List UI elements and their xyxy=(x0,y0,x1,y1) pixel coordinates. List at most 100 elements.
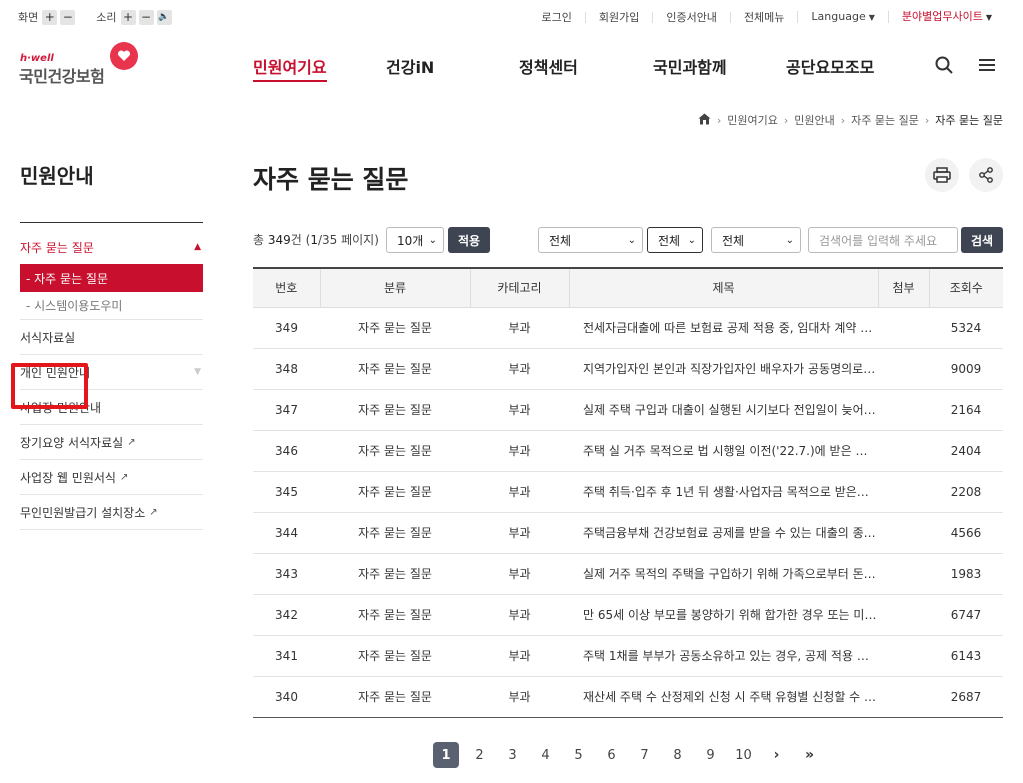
external-link-icon: ↗ xyxy=(149,506,158,518)
cell-title[interactable]: 만 65세 이상 부모를 봉양하기 위해 합가한 경우 또는 미… xyxy=(569,594,878,636)
cell-type: 자주 묻는 질문 xyxy=(320,471,470,513)
sidebar-item-label: 장기요양 서식자료실 xyxy=(20,435,124,450)
filter-value: 전체 xyxy=(658,233,681,248)
sidebar-item-label: 서식자료실 xyxy=(20,330,76,345)
filter-select-3[interactable]: 전체 ⌄ xyxy=(711,227,801,253)
table-row[interactable]: 341 자주 묻는 질문 부과 주택 1채를 부부가 공동소유하고 있는 경우, 공제… xyxy=(253,635,1003,677)
page-link[interactable]: 8 xyxy=(661,742,694,768)
sidebar-title: 민원안내 xyxy=(20,164,94,188)
utility-links: 로그인 회원가입 인증서안내 전체메뉴 Language ▼ 분야별업무사이트 ▼ xyxy=(528,8,1005,26)
nav-corporation-info[interactable]: 공단요모조모 xyxy=(786,54,874,78)
cell-title[interactable]: 실제 주택 구입과 대출이 실행된 시기보다 전입일이 늦어… xyxy=(569,389,878,431)
chevron-down-icon: ⌄ xyxy=(785,234,794,246)
cell-title[interactable]: 지역가입자인 본인과 직장가입자인 배우자가 공동명의로… xyxy=(569,348,878,390)
cell-views: 4566 xyxy=(929,512,1003,554)
cell-type: 자주 묻는 질문 xyxy=(320,389,470,431)
login-link[interactable]: 로그인 xyxy=(528,12,584,23)
page-link[interactable]: 5 xyxy=(562,742,595,768)
chevron-right-icon: › xyxy=(783,113,789,127)
cell-attachment xyxy=(878,635,929,677)
sidebar-subitem-system-help[interactable]: - 시스템이용도우미 xyxy=(20,292,203,320)
page-link[interactable]: 3 xyxy=(496,742,529,768)
sidebar-item-forms[interactable]: 서식자료실 xyxy=(20,320,203,355)
cell-title[interactable]: 전세자금대출에 따른 보험료 공제 적용 중, 임대차 계약 … xyxy=(569,307,878,349)
certificate-guide-link[interactable]: 인증서안내 xyxy=(652,11,730,23)
filter-select-2[interactable]: 전체 ⌄ xyxy=(647,227,703,253)
field-sites-dropdown[interactable]: 분야별업무사이트 ▼ xyxy=(887,10,1005,23)
table-row[interactable]: 344 자주 묻는 질문 부과 주택금융부채 건강보험료 공제를 받을 수 있는 대출… xyxy=(253,512,1003,554)
last-page-icon[interactable]: » xyxy=(793,747,826,763)
nav-health-in[interactable]: 건강iN xyxy=(386,54,434,78)
search-button[interactable]: 검색 xyxy=(961,227,1003,253)
breadcrumb-item[interactable]: 민원여기요 xyxy=(727,112,778,128)
logo[interactable]: 국민건강보험 xyxy=(19,63,105,87)
all-menu-link[interactable]: 전체메뉴 xyxy=(729,11,797,23)
signup-link[interactable]: 회원가입 xyxy=(584,11,652,23)
pagination: 1 2 3 4 5 6 7 8 9 10 ›» xyxy=(433,742,826,768)
apply-button[interactable]: 적용 xyxy=(448,227,490,253)
cell-title[interactable]: 주택 실 거주 목적으로 법 시행일 이전('22.7.)에 받은 부… xyxy=(569,430,878,472)
page-link[interactable]: 10 xyxy=(727,742,760,768)
home-icon[interactable] xyxy=(698,113,711,128)
share-icon[interactable] xyxy=(969,158,1003,192)
nav-civil-service[interactable]: 민원여기요 xyxy=(253,54,327,82)
page-link[interactable]: 9 xyxy=(694,742,727,768)
cell-views: 1983 xyxy=(929,553,1003,595)
cell-title[interactable]: 주택 취득·입주 후 1년 뒤 생활·사업자금 목적으로 받은… xyxy=(569,471,878,513)
sidebar-item-label: 자주 묻는 질문 xyxy=(20,240,94,255)
sidebar-item-workplace-web-forms[interactable]: 사업장 웹 민원서식 ↗ xyxy=(20,460,203,495)
cell-type: 자주 묻는 질문 xyxy=(320,676,470,718)
volume-down-button[interactable]: − xyxy=(138,9,154,25)
per-page-select[interactable]: 10개 ⌄ xyxy=(386,227,444,253)
cell-category: 부과 xyxy=(470,471,569,513)
sidebar-item-kiosk-locations[interactable]: 무인민원발급기 설치장소 ↗ xyxy=(20,495,203,530)
cell-title[interactable]: 주택금융부채 건강보험료 공제를 받을 수 있는 대출의 종… xyxy=(569,512,878,554)
cell-title[interactable]: 재산세 주택 수 산정제외 신청 시 주택 유형별 신청할 수 … xyxy=(569,676,878,718)
chevron-down-icon: ⌄ xyxy=(428,234,437,246)
cell-attachment xyxy=(878,471,929,513)
hamburger-menu-icon[interactable] xyxy=(978,56,996,74)
cell-views: 6747 xyxy=(929,594,1003,636)
cell-title[interactable]: 주택 1채를 부부가 공동소유하고 있는 경우, 공제 적용 대… xyxy=(569,635,878,677)
table-row[interactable]: 342 자주 묻는 질문 부과 만 65세 이상 부모를 봉양하기 위해 합가한 경우… xyxy=(253,594,1003,636)
table-row[interactable]: 348 자주 묻는 질문 부과 지역가입자인 본인과 직장가입자인 배우자가 공동명의… xyxy=(253,348,1003,390)
cell-title[interactable]: 실제 거주 목적의 주택을 구입하기 위해 가족으로부터 돈… xyxy=(569,553,878,595)
cell-attachment xyxy=(878,348,929,390)
table-row[interactable]: 340 자주 묻는 질문 부과 재산세 주택 수 산정제외 신청 시 주택 유형별 신… xyxy=(253,676,1003,718)
screen-zoom-in-button[interactable]: + xyxy=(42,9,58,25)
language-dropdown[interactable]: Language ▼ xyxy=(797,11,887,23)
table-row[interactable]: 349 자주 묻는 질문 부과 전세자금대출에 따른 보험료 공제 적용 중, 임대차… xyxy=(253,307,1003,349)
field-sites-label: 분야별업무사이트 xyxy=(901,10,983,23)
breadcrumb-item[interactable]: 자주 묻는 질문 xyxy=(851,112,919,128)
next-page-icon[interactable]: › xyxy=(760,747,793,763)
sidebar-item-longterm-care-forms[interactable]: 장기요양 서식자료실 ↗ xyxy=(20,425,203,460)
page-link[interactable]: 6 xyxy=(595,742,628,768)
caret-down-icon: ▼ xyxy=(868,13,875,22)
filter-select-1[interactable]: 전체 ⌄ xyxy=(538,227,643,253)
page-link[interactable]: 4 xyxy=(529,742,562,768)
cell-type: 자주 묻는 질문 xyxy=(320,594,470,636)
search-input[interactable]: 검색어를 입력해 주세요 xyxy=(808,227,958,253)
breadcrumb: › 민원여기요 › 민원안내 › 자주 묻는 질문 › 자주 묻는 질문 xyxy=(698,112,1003,128)
page-link[interactable]: 1 xyxy=(433,742,459,768)
search-icon[interactable] xyxy=(935,56,953,74)
cell-views: 2208 xyxy=(929,471,1003,513)
table-row[interactable]: 347 자주 묻는 질문 부과 실제 주택 구입과 대출이 실행된 시기보다 전입일이… xyxy=(253,389,1003,431)
sidebar-subitem-faq[interactable]: - 자주 묻는 질문 xyxy=(20,264,203,292)
sidebar-item-faq-group[interactable]: 자주 묻는 질문 ▲ xyxy=(20,230,203,264)
cell-number: 344 xyxy=(253,512,320,554)
table-row[interactable]: 345 자주 묻는 질문 부과 주택 취득·입주 후 1년 뒤 생활·사업자금 목적으… xyxy=(253,471,1003,513)
breadcrumb-item[interactable]: 민원안내 xyxy=(794,112,834,128)
nav-with-citizens[interactable]: 국민과함께 xyxy=(653,54,727,78)
speaker-icon[interactable]: 🔈 xyxy=(156,9,172,25)
volume-up-button[interactable]: + xyxy=(120,9,136,25)
nav-policy-center[interactable]: 정책센터 xyxy=(519,54,578,78)
filter-value: 전체 xyxy=(722,233,745,248)
print-icon[interactable] xyxy=(925,158,959,192)
cell-number: 349 xyxy=(253,307,320,349)
table-row[interactable]: 343 자주 묻는 질문 부과 실제 거주 목적의 주택을 구입하기 위해 가족으로부… xyxy=(253,553,1003,595)
page-link[interactable]: 7 xyxy=(628,742,661,768)
page-link[interactable]: 2 xyxy=(463,742,496,768)
screen-zoom-out-button[interactable]: − xyxy=(60,9,76,25)
table-row[interactable]: 346 자주 묻는 질문 부과 주택 실 거주 목적으로 법 시행일 이전('22.7… xyxy=(253,430,1003,472)
